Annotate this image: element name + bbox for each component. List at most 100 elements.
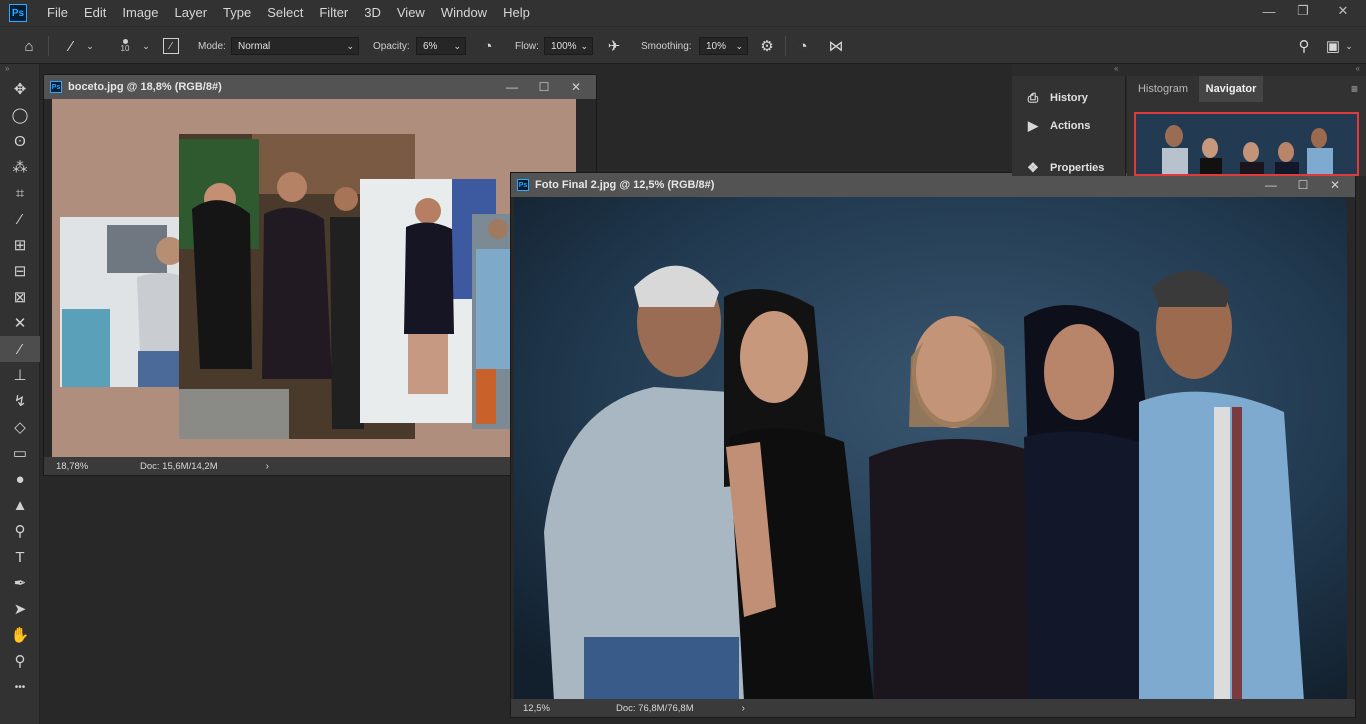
frame-tool[interactable]: ⊠	[0, 284, 40, 310]
chevron-right-icon[interactable]: ›	[266, 461, 269, 472]
more-tools[interactable]: •••	[0, 674, 40, 700]
document-canvas[interactable]	[52, 99, 576, 457]
minimize-icon[interactable]: —	[496, 75, 528, 99]
close-icon[interactable]: ✕	[1320, 0, 1366, 22]
eyedropper-tool-icon: ⁄	[18, 210, 22, 228]
pressure-size-icon[interactable]: ◔	[793, 27, 813, 65]
panel-collapse-icon[interactable]: «	[1114, 64, 1118, 73]
chevron-down-icon[interactable]: ⌄	[84, 27, 96, 65]
document-titlebar[interactable]: Ps boceto.jpg @ 18,8% (RGB/8#) — ☐ ✕	[44, 75, 596, 99]
mode-value: Normal	[238, 40, 271, 52]
minimize-icon[interactable]: —	[1255, 173, 1287, 197]
search-icon[interactable]: ⚲	[1294, 27, 1314, 65]
tools-panel: » ✥ ◯ ʘ ⁂ ⌗ ⁄ ⊞ ⊟ ⊠ ✕ ⁄ ⊥ ↯ ◇ ▭ ● ▲ ⚲ T ✒ ➤ ✋ ⚲ •••	[0, 64, 40, 724]
content-aware-move-tool[interactable]: ✕	[0, 310, 40, 336]
menu-select[interactable]: Select	[259, 0, 311, 26]
maximize-icon[interactable]: ☐	[528, 75, 560, 99]
actions-panel-button[interactable]: ▶ Actions	[1024, 118, 1090, 134]
maximize-icon[interactable]: ☐	[1287, 173, 1319, 197]
menu-3d[interactable]: 3D	[356, 0, 389, 26]
doc-size: Doc: 15,6M/14,2M	[140, 460, 218, 472]
close-icon[interactable]: ✕	[1319, 173, 1351, 197]
close-icon[interactable]: ✕	[560, 75, 592, 99]
eyedropper-tool[interactable]: ⁄	[0, 206, 40, 232]
workspace-icon[interactable]: ▣	[1323, 27, 1343, 65]
chevron-down-icon: ⌄	[580, 40, 588, 51]
zoom-level[interactable]: 18,78%	[56, 461, 136, 472]
menu-file[interactable]: File	[39, 0, 76, 26]
dodge-tool[interactable]: ⚲	[0, 518, 40, 544]
panel-collapse-icon[interactable]: «	[1356, 64, 1360, 73]
magic-wand-tool[interactable]: ⁂	[0, 154, 40, 180]
move-tool[interactable]: ✥	[0, 76, 40, 102]
navigator-thumbnail	[1136, 114, 1357, 174]
document-titlebar[interactable]: Ps Foto Final 2.jpg @ 12,5% (RGB/8#) — ☐…	[511, 173, 1355, 197]
hand-tool[interactable]: ✋	[0, 622, 40, 648]
tab-navigator[interactable]: Navigator	[1199, 76, 1263, 102]
type-tool[interactable]: T	[0, 544, 40, 570]
navigator-preview[interactable]	[1134, 112, 1359, 176]
lasso-tool[interactable]: ʘ	[0, 128, 40, 154]
path-selection-tool[interactable]: ➤	[0, 596, 40, 622]
menu-layer[interactable]: Layer	[167, 0, 216, 26]
gradient-tool[interactable]: ▭	[0, 440, 40, 466]
zoom-tool[interactable]: ⚲	[0, 648, 40, 674]
brush-size-picker[interactable]: 10	[116, 27, 134, 65]
tab-histogram[interactable]: Histogram	[1127, 76, 1199, 102]
smoothing-value: 10%	[706, 40, 727, 52]
menu-view[interactable]: View	[389, 0, 433, 26]
minimize-icon[interactable]: —	[1252, 0, 1286, 22]
menu-edit[interactable]: Edit	[76, 0, 114, 26]
mode-select[interactable]: Normal ⌄	[231, 37, 359, 55]
panel-collapse-icon[interactable]: »	[0, 64, 39, 76]
panel-menu-icon[interactable]: ≡	[1351, 82, 1358, 96]
flow-input[interactable]: 100% ⌄	[544, 37, 593, 55]
menu-filter[interactable]: Filter	[311, 0, 356, 26]
brush-preset-icon[interactable]: ⁄	[60, 27, 82, 65]
history-brush-tool[interactable]: ↯	[0, 388, 40, 414]
photoshop-logo[interactable]: Ps	[9, 4, 27, 22]
opacity-input[interactable]: 6% ⌄	[416, 37, 466, 55]
pressure-opacity-icon[interactable]: ◔	[478, 27, 498, 65]
chevron-down-icon: ⌄	[453, 40, 461, 51]
sharpen-tool-icon: ▲	[12, 496, 28, 514]
gear-icon[interactable]: ⚙	[757, 27, 777, 65]
eraser-tool[interactable]: ◇	[0, 414, 40, 440]
window-controls: — ❐ ✕	[1252, 0, 1366, 26]
clone-stamp-tool[interactable]: ⊥	[0, 362, 40, 388]
smoothing-input[interactable]: 10% ⌄	[699, 37, 748, 55]
sketch-collage-image	[60, 134, 512, 439]
sharpen-tool[interactable]: ▲	[0, 492, 40, 518]
menu-image[interactable]: Image	[114, 0, 166, 26]
brush-settings-panel-icon[interactable]: ⁄	[160, 27, 182, 65]
restore-icon[interactable]: ❐	[1286, 0, 1320, 22]
clone-stamp-tool-icon: ⊥	[13, 367, 27, 384]
menu-type[interactable]: Type	[215, 0, 259, 26]
menu-window[interactable]: Window	[433, 0, 495, 26]
chevron-down-icon[interactable]: ⌄	[140, 27, 152, 65]
pen-tool[interactable]: ✒	[0, 570, 40, 596]
flow-label: Flow:	[515, 40, 539, 52]
crop-tool[interactable]: ⌗	[0, 180, 40, 206]
document-title: boceto.jpg @ 18,8% (RGB/8#)	[68, 81, 222, 93]
panel-dock-bar: « «	[1012, 64, 1366, 76]
airbrush-icon[interactable]: ✈	[604, 27, 624, 65]
properties-panel-button[interactable]: ❖ Properties	[1024, 160, 1104, 176]
hand-tool-icon: ✋	[10, 627, 30, 644]
blur-tool[interactable]: ●	[0, 466, 40, 492]
elliptical-marquee-tool[interactable]: ◯	[0, 102, 40, 128]
document-canvas[interactable]	[514, 197, 1347, 701]
family-portrait-image	[514, 197, 1347, 701]
chevron-right-icon[interactable]: ›	[742, 703, 745, 714]
history-panel-button[interactable]: ⎙ History	[1024, 90, 1088, 106]
zoom-level[interactable]: 12,5%	[523, 703, 603, 714]
patch-tool[interactable]: ⊟	[0, 258, 40, 284]
healing-brush-tool[interactable]: ⊞	[0, 232, 40, 258]
menu-help[interactable]: Help	[495, 0, 538, 26]
play-icon: ▶	[1028, 118, 1038, 133]
symmetry-icon[interactable]: ⋈	[826, 27, 846, 65]
brush-tool[interactable]: ⁄	[0, 336, 40, 362]
mode-label: Mode:	[198, 40, 226, 52]
chevron-down-icon[interactable]: ⌄	[1343, 27, 1355, 65]
home-icon[interactable]: ⌂	[18, 27, 40, 65]
